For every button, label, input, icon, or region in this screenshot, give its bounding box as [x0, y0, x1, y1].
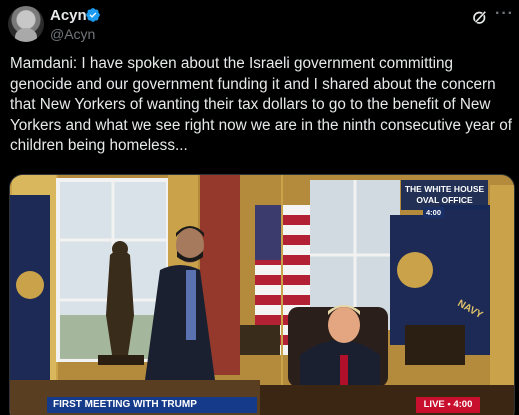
live-badge: LIVE • 4:00	[416, 397, 480, 413]
grok-icon[interactable]	[471, 8, 489, 26]
overlay-time: 4:00	[423, 207, 445, 218]
more-options-icon[interactable]: ···	[495, 6, 513, 24]
author-handle[interactable]: @Acyn	[50, 26, 95, 42]
white-house-overlay-label: THE WHITE HOUSE OVAL OFFICE	[401, 180, 488, 210]
author-avatar[interactable]	[8, 6, 44, 42]
verified-badge-icon	[86, 8, 100, 22]
news-chyron: FIRST MEETING WITH TRUMP	[47, 397, 257, 413]
post-card[interactable]: Acyn @Acyn ··· Mamdani: I have spoken ab…	[0, 0, 519, 415]
video-media[interactable]: NAVY THE WHITE HOUSE OVAL OFFICE 4:00 FI…	[9, 174, 515, 415]
author-display-name[interactable]: Acyn	[50, 7, 87, 24]
post-text: Mamdani: I have spoken about the Israeli…	[10, 55, 512, 154]
